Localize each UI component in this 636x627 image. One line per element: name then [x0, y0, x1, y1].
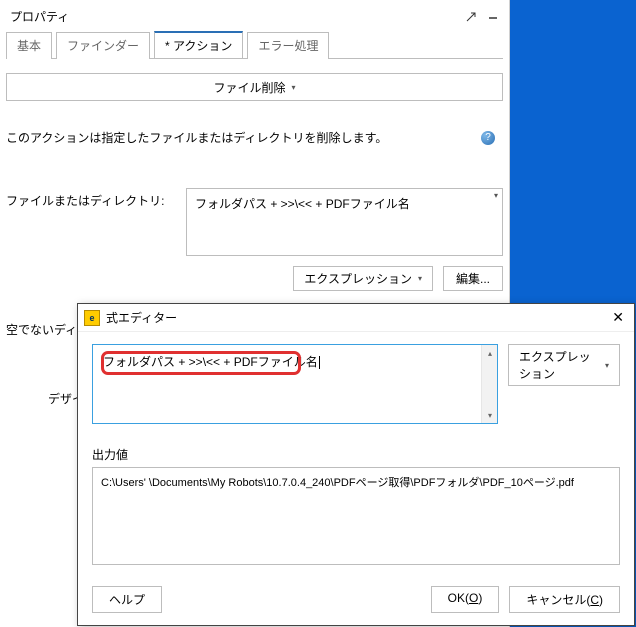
dialog-body: フォルダパス + >>\<< + PDFファイル名 ▴ ▾ エクスプレッション … — [78, 332, 634, 578]
help-icon[interactable]: ? — [481, 131, 495, 145]
text-cursor — [319, 356, 320, 369]
help-button[interactable]: ヘルプ — [92, 586, 162, 613]
scroll-up-icon[interactable]: ▴ — [482, 345, 498, 361]
chevron-down-icon[interactable]: ▾ — [494, 191, 498, 200]
expression-type-label-dialog: エクスプレッション — [519, 348, 599, 382]
scroll-down-icon[interactable]: ▾ — [482, 407, 498, 423]
expression-input[interactable]: フォルダパス + >>\<< + PDFファイル名 ▴ ▾ — [92, 344, 498, 424]
tab-action[interactable]: * アクション — [154, 31, 243, 58]
expression-type-label: エクスプレッション — [304, 270, 412, 287]
tab-basic[interactable]: 基本 — [6, 32, 52, 59]
file-field-row: ファイルまたはディレクトリ: フォルダパス + >>\<< + PDFファイル名… — [6, 188, 503, 256]
close-icon[interactable]: ✕ — [608, 309, 628, 326]
edit-button[interactable]: 編集... — [443, 266, 503, 291]
scrollbar[interactable]: ▴ ▾ — [481, 345, 497, 423]
tab-error[interactable]: エラー処理 — [247, 32, 329, 59]
expression-type-button[interactable]: エクスプレッション — [293, 266, 433, 291]
panel-title: プロパティ — [10, 8, 69, 25]
expression-text: フォルダパス + >>\<< + PDFファイル名 — [103, 355, 318, 369]
action-selector-label: ファイル削除 — [213, 79, 285, 96]
action-selector[interactable]: ファイル削除 — [6, 73, 503, 101]
expression-editor-dialog: e 式エディター ✕ フォルダパス + >>\<< + PDFファイル名 ▴ ▾… — [77, 303, 635, 626]
file-field-label: ファイルまたはディレクトリ: — [6, 188, 176, 209]
output-value-text: C:\Users' \Documents\My Robots\10.7.0.4_… — [101, 477, 574, 489]
cancel-button[interactable]: キャンセル(C) — [509, 586, 620, 613]
ok-button[interactable]: OK(O) — [431, 586, 500, 613]
dialog-footer: ヘルプ OK(O) キャンセル(C) — [78, 578, 634, 625]
expression-row: フォルダパス + >>\<< + PDFファイル名 ▴ ▾ エクスプレッション — [92, 344, 620, 424]
action-description: このアクションは指定したファイルまたはディレクトリを削除します。 — [6, 129, 387, 146]
output-label: 出力値 — [92, 446, 620, 463]
expression-type-button-dialog[interactable]: エクスプレッション — [508, 344, 620, 386]
tab-finder[interactable]: ファインダー — [56, 32, 150, 59]
output-value-box: C:\Users' \Documents\My Robots\10.7.0.4_… — [92, 467, 620, 565]
expression-textarea[interactable]: フォルダパス + >>\<< + PDFファイル名 — [93, 345, 481, 423]
dialog-titlebar[interactable]: e 式エディター ✕ — [78, 304, 634, 332]
detach-icon[interactable] — [465, 11, 477, 23]
field-buttons: エクスプレッション 編集... — [6, 266, 503, 291]
app-icon: e — [84, 310, 100, 326]
dialog-title: 式エディター — [106, 309, 177, 326]
file-field-value[interactable]: フォルダパス + >>\<< + PDFファイル名 ▾ — [186, 188, 503, 256]
tabstrip: 基本 ファインダー * アクション エラー処理 — [6, 31, 503, 59]
panel-header: プロパティ — [6, 6, 503, 31]
description-row: このアクションは指定したファイルまたはディレクトリを削除します。 ? — [6, 129, 503, 146]
minimize-icon[interactable] — [487, 11, 499, 23]
file-field-text: フォルダパス + >>\<< + PDFファイル名 — [195, 197, 410, 211]
